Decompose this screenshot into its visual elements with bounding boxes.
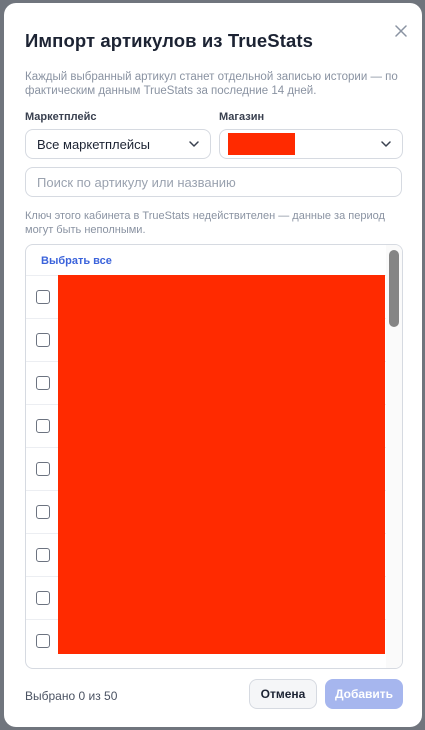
store-select[interactable] (219, 129, 403, 159)
row-checkbox[interactable] (36, 591, 50, 605)
row-checkbox[interactable] (36, 634, 50, 648)
import-dialog: Импорт артикулов из TrueStats Каждый выб… (4, 3, 422, 727)
search-input[interactable] (25, 167, 402, 197)
close-button[interactable] (391, 21, 411, 41)
row-checkbox[interactable] (36, 548, 50, 562)
select-all-link[interactable]: Выбрать все (41, 255, 112, 267)
chevron-down-icon (381, 141, 391, 147)
row-checkbox[interactable] (36, 505, 50, 519)
cancel-button[interactable]: Отмена (249, 679, 317, 709)
dialog-description: Каждый выбранный артикул станет отдельно… (25, 71, 398, 97)
row-checkbox[interactable] (36, 419, 50, 433)
invalid-key-warning: Ключ этого кабинета в TrueStats недейств… (25, 210, 385, 236)
row-checkbox[interactable] (36, 462, 50, 476)
row-checkbox[interactable] (36, 290, 50, 304)
article-list: Выбрать все (25, 244, 403, 669)
store-label: Магазин (219, 111, 265, 123)
close-icon (395, 25, 407, 37)
marketplace-select-value: Все маркетплейсы (37, 136, 150, 152)
row-checkbox[interactable] (36, 333, 50, 347)
marketplace-select[interactable]: Все маркетплейсы (25, 129, 211, 159)
dialog-title: Импорт артикулов из TrueStats (25, 30, 314, 51)
redacted-article-names (58, 275, 385, 654)
marketplace-label: Маркетплейс (25, 111, 97, 123)
add-button[interactable]: Добавить (325, 679, 403, 709)
row-checkbox[interactable] (36, 376, 50, 390)
chevron-down-icon (189, 141, 199, 147)
store-select-value-redacted (228, 133, 295, 155)
selected-count: Выбрано 0 из 50 (25, 689, 118, 703)
scrollbar-thumb[interactable] (389, 250, 399, 327)
